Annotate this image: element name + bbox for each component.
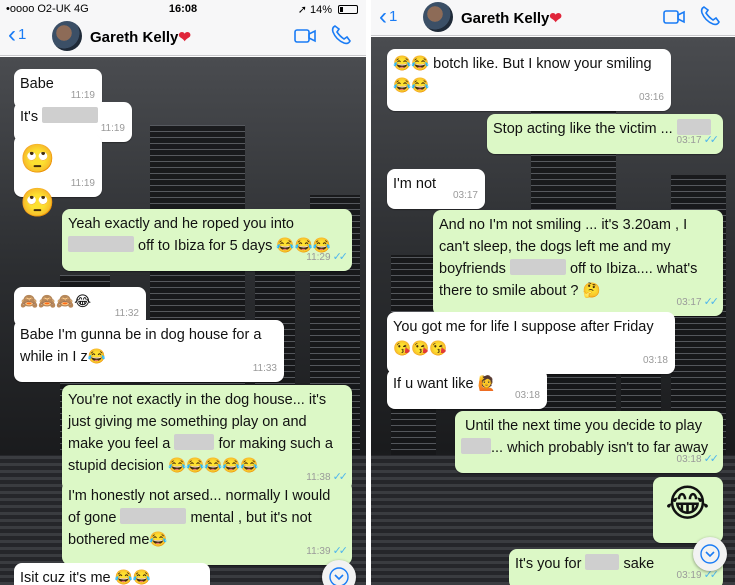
redaction-blur xyxy=(585,554,620,570)
message-incoming[interactable]: Babe I'm gunna be in dog house for a whi… xyxy=(14,320,284,382)
message-outgoing[interactable]: Until the next time you decide to play .… xyxy=(455,411,723,473)
heart-icon: ❤ xyxy=(178,29,191,46)
contact-name[interactable]: Gareth Kelly❤ xyxy=(461,9,562,27)
message-time: 03:18 ✓✓ xyxy=(676,448,720,471)
message-time: 11:19 xyxy=(70,178,95,189)
message-incoming[interactable]: You got me for life I suppose after Frid… xyxy=(387,312,675,374)
phone-icon[interactable] xyxy=(699,5,721,27)
chat-header: ‹ 1 Gareth Kelly❤ xyxy=(0,18,366,56)
redaction-blur xyxy=(120,508,187,524)
message-outgoing[interactable]: It's you for sake 03:19 ✓✓ xyxy=(509,549,723,585)
redaction-blur xyxy=(174,434,215,450)
message-text: 😂 xyxy=(665,481,710,525)
message-outgoing[interactable]: I'm honestly not arsed... normally I wou… xyxy=(62,481,352,565)
right-chat-screenshot: ‹ 1 Gareth Kelly❤ 😂😂 botch like. But I kn… xyxy=(371,0,735,585)
left-chat-screenshot: •oooo O2-UK 4G 16:08 ➚ 14% ‹ 1 Gareth Kel… xyxy=(0,0,366,585)
phone-icon[interactable] xyxy=(330,24,352,46)
message-outgoing[interactable]: Stop acting like the victim ... 03:17 ✓✓ xyxy=(487,114,723,154)
double-check-icon: ✓✓ xyxy=(703,134,720,146)
message-time: 11:19 xyxy=(100,123,125,134)
redaction-blur xyxy=(68,236,134,252)
message-incoming[interactable]: I'm not 03:17 xyxy=(387,169,485,209)
status-bar: •oooo O2-UK 4G 16:08 ➚ 14% xyxy=(0,0,366,18)
message-text: Yeah exactly and he roped you into xyxy=(68,216,294,232)
message-time-text: 03:17 xyxy=(676,297,702,308)
avatar[interactable] xyxy=(52,21,82,51)
message-incoming[interactable]: If u want like 🙋 03:18 xyxy=(387,369,547,409)
message-time-text: 03:17 xyxy=(676,135,702,146)
message-incoming[interactable]: 🙄 🙄 11:19 xyxy=(14,135,102,219)
avatar[interactable] xyxy=(423,2,453,32)
message-text: Stop acting like the victim ... xyxy=(493,121,673,137)
back-button[interactable]: ‹ 1 xyxy=(8,21,27,48)
message-time-text: 03:19 xyxy=(676,570,702,581)
chevron-down-icon xyxy=(700,544,720,564)
contact-name[interactable]: Gareth Kelly❤ xyxy=(90,28,191,46)
video-camera-icon[interactable] xyxy=(294,29,316,43)
message-text: sake xyxy=(623,556,655,572)
unread-count: 1 xyxy=(18,26,27,43)
double-check-icon: ✓✓ xyxy=(332,251,349,263)
message-text: 🙈🙈🙈😂 xyxy=(20,294,92,310)
chevron-left-icon: ‹ xyxy=(8,21,16,48)
unread-count: 1 xyxy=(389,8,398,25)
message-outgoing[interactable]: Yeah exactly and he roped you into off t… xyxy=(62,209,352,271)
message-text: I'm not xyxy=(393,176,437,192)
message-time: 03:17 xyxy=(452,190,478,201)
back-button[interactable]: ‹ 1 xyxy=(379,3,398,30)
message-text: You got me for life I suppose after Frid… xyxy=(393,319,654,357)
message-text: It's xyxy=(20,109,39,125)
message-time-text: 11:39 xyxy=(306,546,331,557)
redaction-blur xyxy=(461,438,491,454)
scroll-to-bottom-button[interactable] xyxy=(693,537,727,571)
chat-area[interactable]: 😂😂 botch like. But I know your smiling 😂… xyxy=(371,37,735,585)
contact-name-text: Gareth Kelly xyxy=(90,29,179,46)
message-time: 03:16 xyxy=(638,92,664,103)
message-outgoing[interactable]: You're not exactly in the dog house... i… xyxy=(62,385,352,491)
message-time: 11:33 xyxy=(252,363,277,374)
redaction-blur xyxy=(42,107,99,123)
chat-header: ‹ 1 Gareth Kelly❤ xyxy=(371,0,735,36)
message-text: If u want like 🙋 xyxy=(393,376,496,392)
message-outgoing[interactable]: And no I'm not smiling ... it's 3.20am ,… xyxy=(433,210,723,316)
message-outgoing[interactable]: 😂 xyxy=(653,477,723,543)
contact-name-text: Gareth Kelly xyxy=(461,10,550,27)
battery-label: ➚ 14% xyxy=(297,4,332,16)
video-camera-icon[interactable] xyxy=(663,10,685,24)
message-text: Babe I'm gunna be in dog house for a whi… xyxy=(20,327,262,365)
message-time: 03:18 xyxy=(514,390,540,401)
message-time: 03:18 xyxy=(642,355,668,366)
message-text: It's you for xyxy=(515,556,582,572)
chevron-down-icon xyxy=(329,567,349,585)
heart-icon: ❤ xyxy=(549,10,562,27)
message-text: 😂😂 botch like. But I know your smiling 😂… xyxy=(393,56,652,94)
double-check-icon: ✓✓ xyxy=(703,296,720,308)
double-check-icon: ✓✓ xyxy=(703,453,720,465)
message-incoming[interactable]: Isit cuz it's me 😂😂 xyxy=(14,563,210,585)
chat-area[interactable]: Babe 11:19 It's 11:19 🙄 🙄 11:19 Yeah exa… xyxy=(0,57,366,585)
message-time: 03:17 ✓✓ xyxy=(676,129,720,152)
message-time: 11:29 ✓✓ xyxy=(306,246,349,269)
message-time-text: 03:18 xyxy=(676,454,702,465)
double-check-icon: ✓✓ xyxy=(332,545,349,557)
message-text: Isit cuz it's me 😂😂 xyxy=(20,570,151,585)
message-text: off to Ibiza for 5 days 😂😂😂 xyxy=(138,238,331,254)
message-text: Babe xyxy=(20,76,54,92)
message-incoming[interactable]: 😂😂 botch like. But I know your smiling 😂… xyxy=(387,49,671,111)
message-text: 🙄 🙄 xyxy=(20,142,55,219)
chevron-left-icon: ‹ xyxy=(379,3,387,30)
message-text: Until the next time you decide to play xyxy=(465,418,702,434)
message-time-text: 11:29 xyxy=(306,252,331,263)
redaction-blur xyxy=(509,259,566,275)
message-time: 03:17 ✓✓ xyxy=(676,291,720,314)
battery-icon xyxy=(338,5,358,14)
